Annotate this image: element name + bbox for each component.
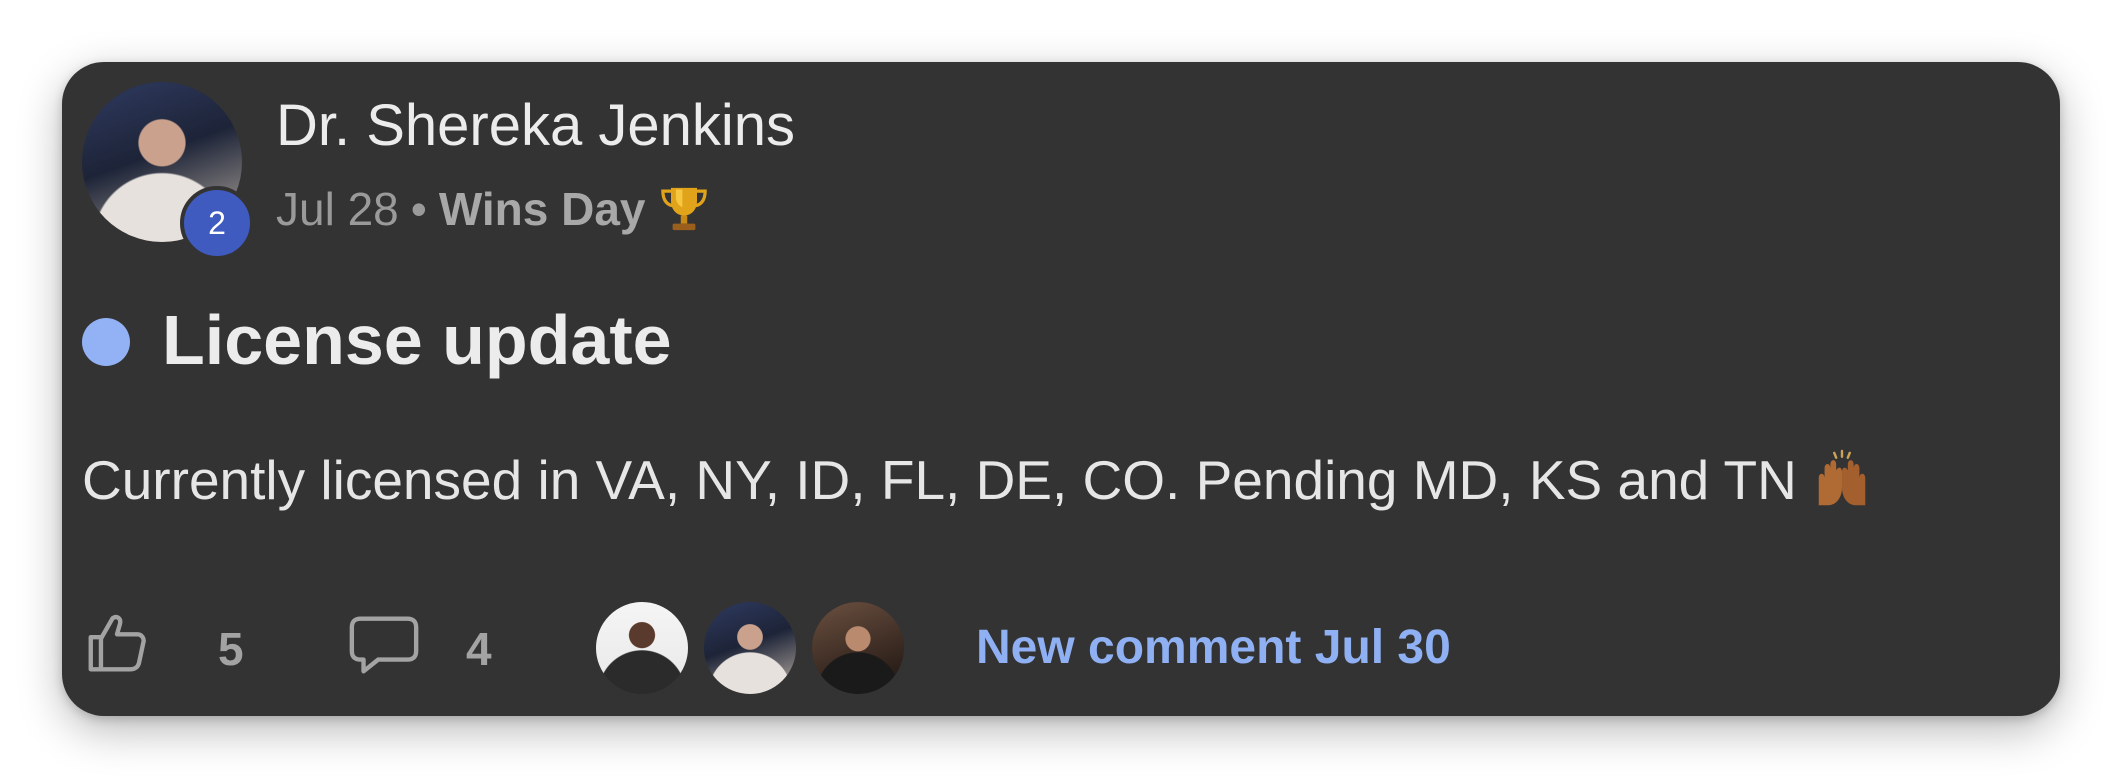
author-name[interactable]: Dr. Shereka Jenkins: [276, 92, 795, 159]
commenter-avatar[interactable]: [592, 598, 692, 698]
comment-bubble-icon: [349, 616, 419, 674]
commenter-avatar[interactable]: [700, 598, 800, 698]
trophy-icon: [660, 187, 707, 231]
comment-count: 4: [466, 623, 492, 675]
comment-button[interactable]: [346, 612, 422, 678]
author-avatar-group[interactable]: 2: [82, 82, 254, 260]
post-date[interactable]: Jul 28: [276, 182, 399, 236]
unread-indicator: [82, 318, 130, 366]
new-comment-link[interactable]: New comment Jul 30: [976, 620, 1451, 675]
level-badge: 2: [180, 186, 254, 260]
like-button[interactable]: [82, 608, 152, 678]
post-meta: Jul 28 • Wins Day: [276, 182, 710, 236]
post-body-text: Currently licensed in VA, NY, ID, FL, DE…: [82, 449, 1797, 511]
raised-hands-icon: [1818, 449, 1866, 506]
post-title[interactable]: License update: [162, 300, 672, 380]
post-body: Currently licensed in VA, NY, ID, FL, DE…: [82, 448, 1873, 512]
thumbs-up-icon: [88, 614, 146, 672]
post-category[interactable]: Wins Day: [439, 182, 646, 236]
commenter-avatars[interactable]: [592, 598, 912, 702]
like-count: 5: [218, 623, 244, 675]
commenter-avatar[interactable]: [808, 598, 908, 698]
meta-separator: •: [410, 183, 427, 235]
